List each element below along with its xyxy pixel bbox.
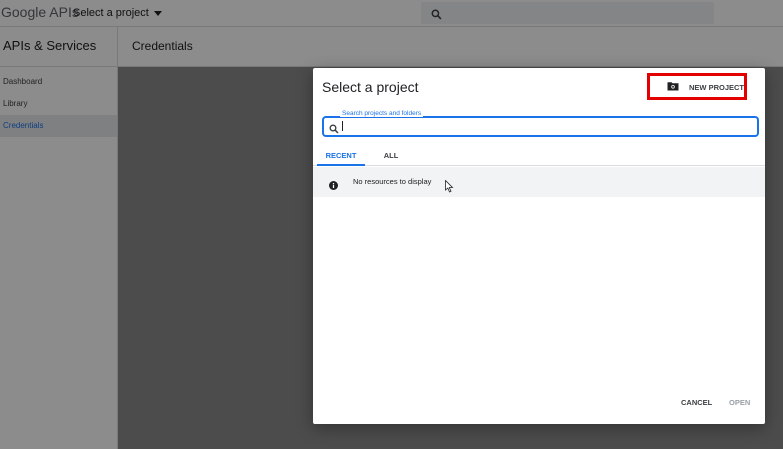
tab-recent[interactable]: RECENT (317, 147, 365, 166)
project-tabs: RECENT ALL (313, 147, 765, 166)
mouse-pointer-icon (445, 179, 454, 198)
cancel-button[interactable]: CANCEL (681, 398, 712, 407)
project-search-field[interactable]: Search projects and folders (322, 110, 759, 139)
text-cursor (342, 121, 343, 131)
dialog-title: Select a project (322, 79, 419, 95)
search-input[interactable] (346, 119, 750, 135)
empty-state-row: No resources to display (313, 167, 765, 197)
info-icon (329, 177, 338, 195)
select-project-dialog: Select a project NEW PROJECT Search proj… (313, 68, 765, 424)
new-project-highlight-annotation (647, 73, 747, 100)
search-field-label: Search projects and folders (340, 110, 424, 117)
open-button[interactable]: OPEN (729, 398, 750, 407)
empty-state-message: No resources to display (353, 177, 432, 186)
search-icon (329, 121, 339, 139)
tab-all[interactable]: ALL (373, 147, 409, 164)
